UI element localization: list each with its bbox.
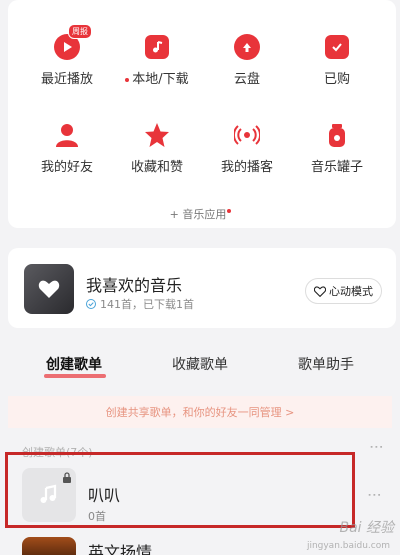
grid-purchased[interactable]: 已购: [292, 34, 382, 87]
update-dot: [227, 209, 232, 214]
playlist-title: 英文扬情: [88, 543, 153, 555]
heart-icon: [38, 280, 60, 298]
favorite-title: 我喜欢的音乐: [86, 276, 183, 295]
grid-cloud[interactable]: 云盘: [202, 34, 292, 87]
tab-created-playlists[interactable]: 创建歌单: [46, 354, 102, 374]
grid-label: 本地/下载: [132, 72, 189, 87]
tab-playlist-assistant[interactable]: 歌单助手: [298, 354, 354, 374]
downloaded-check-icon: [86, 299, 96, 309]
weekly-badge: 周报: [68, 24, 92, 39]
heart-mode-label: 心动模式: [329, 285, 373, 298]
heart-outline-icon: [314, 285, 326, 297]
favorite-cover: [24, 264, 74, 314]
grid-label: 已购: [323, 72, 350, 87]
podcast-icon: [234, 122, 260, 148]
music-apps-label: + 音乐应用: [169, 208, 227, 221]
cloud-upload-icon: [234, 34, 260, 60]
share-hint-text: 创建共享歌单，和你的好友一同管理 >: [105, 406, 295, 419]
favorite-subtitle-text: 141首，已下载1首: [100, 298, 194, 311]
shortcut-card: 周报 最近播放 本地/下载 云盘 已购 我的好友 收藏和赞 我的播客 音乐罐子 …: [8, 0, 396, 228]
grid-label: 收藏和赞: [130, 160, 183, 175]
heart-mode-button[interactable]: 心动模式: [305, 278, 382, 304]
playlist-cover: [22, 537, 76, 555]
create-shared-playlist-banner[interactable]: 创建共享歌单，和你的好友一同管理 >: [8, 396, 392, 428]
music-jar-icon: [324, 122, 350, 148]
playlist-more-icon[interactable]: ⋮: [366, 488, 382, 503]
local-music-icon: [145, 35, 169, 59]
grid-collect-like[interactable]: 收藏和赞: [112, 122, 202, 175]
purchased-bag-icon: [325, 35, 349, 59]
music-apps-button[interactable]: + 音乐应用: [8, 206, 396, 222]
update-dot: [125, 77, 130, 82]
grid-label: 云盘: [233, 72, 260, 87]
grid-friends[interactable]: 我的好友: [22, 122, 112, 175]
grid-local-download[interactable]: 本地/下载: [112, 34, 202, 87]
grid-label: 我的播客: [220, 160, 273, 175]
grid-label: 音乐罐子: [310, 160, 363, 175]
highlight-annotation: [5, 452, 355, 528]
friends-icon: [54, 122, 80, 148]
watermark: Bai 经验: [339, 520, 394, 536]
favorite-music-card[interactable]: 我喜欢的音乐 141首，已下载1首 心动模式: [8, 248, 396, 328]
tab-collected-playlists[interactable]: 收藏歌单: [172, 354, 228, 374]
grid-music-jar[interactable]: 音乐罐子: [292, 122, 382, 175]
playlist-tabs: 创建歌单 收藏歌单 歌单助手: [0, 354, 400, 384]
grid-label: 我的好友: [40, 160, 93, 175]
grid-recent-play[interactable]: 周报 最近播放: [22, 24, 112, 87]
active-tab-indicator: [44, 374, 106, 378]
watermark-url: jingyan.baidu.com: [306, 541, 390, 551]
grid-podcast[interactable]: 我的播客: [202, 122, 292, 175]
grid-label: 最近播放: [40, 72, 93, 87]
star-icon: [144, 122, 170, 148]
favorite-subtitle: 141首，已下载1首: [86, 296, 194, 312]
